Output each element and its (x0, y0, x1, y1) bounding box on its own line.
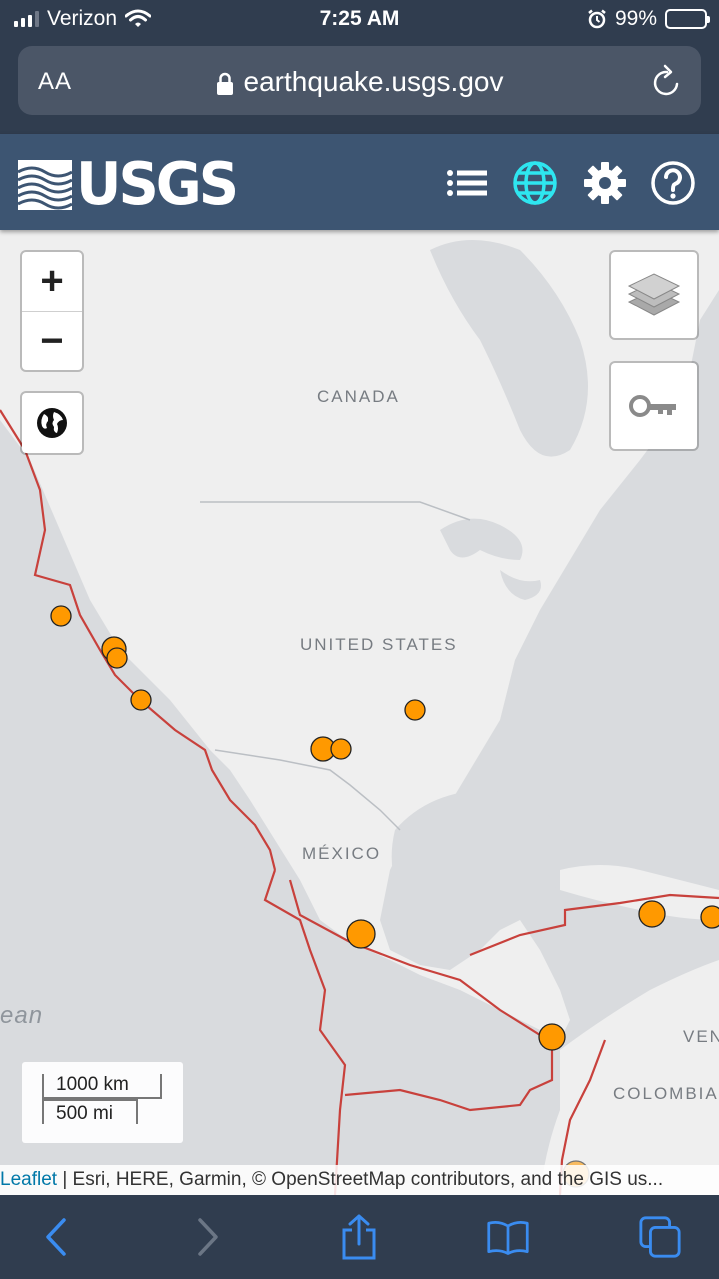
battery-charging-icon (665, 9, 710, 29)
share-icon (342, 1214, 376, 1260)
earthquake-marker[interactable] (538, 1023, 566, 1051)
forward-button[interactable] (186, 1215, 230, 1259)
globe-icon (37, 408, 67, 438)
usgs-wordmark: USGS (76, 150, 239, 219)
world-view-button[interactable] (20, 391, 84, 455)
map-view[interactable]: CANADA UNITED STATES MÉXICO COLOMBIA VEN… (0, 230, 719, 1195)
label-colombia: COLOMBIA (613, 1084, 719, 1103)
label-canada: CANADA (317, 387, 400, 406)
battery-percent: 99% (614, 7, 657, 30)
back-icon (46, 1218, 66, 1256)
earthquake-marker[interactable] (404, 699, 426, 721)
tabs-icon (639, 1216, 681, 1258)
usgs-header: USGS (0, 134, 719, 230)
list-icon[interactable] (442, 158, 492, 208)
back-button[interactable] (34, 1215, 78, 1259)
zoom-out-button[interactable]: − (22, 311, 82, 370)
earthquake-marker[interactable] (50, 605, 72, 627)
earthquake-marker[interactable] (106, 647, 128, 669)
tabs-button[interactable] (638, 1215, 682, 1259)
usgs-waves-logo (18, 159, 72, 210)
gulf-of-mexico (391, 790, 568, 931)
url-text: earthquake.usgs.gov (243, 66, 504, 97)
browser-chrome: AA earthquake.usgs.gov (0, 40, 719, 134)
bookmarks-icon (487, 1220, 529, 1255)
label-venezuela: VEN (683, 1027, 719, 1046)
alarm-icon (588, 9, 606, 29)
share-button[interactable] (337, 1214, 381, 1260)
zoom-in-button[interactable]: + (22, 252, 82, 311)
reload-icon[interactable] (651, 64, 683, 98)
url-display[interactable]: earthquake.usgs.gov (18, 66, 701, 98)
key-icon (629, 395, 676, 417)
zoom-control: + − (20, 250, 84, 372)
layers-icon (627, 273, 681, 316)
globe-icon[interactable] (510, 158, 560, 208)
status-bar: Verizon 7:25 AM 99% (0, 0, 719, 40)
lock-icon (216, 72, 233, 95)
earthquake-marker[interactable] (346, 919, 376, 949)
label-mexico: MÉXICO (302, 844, 382, 863)
status-right: 99% (587, 7, 710, 31)
leaflet-link[interactable]: Leaflet (0, 1169, 57, 1190)
forward-icon (198, 1218, 218, 1256)
label-united-states: UNITED STATES (300, 635, 458, 654)
legend-button[interactable] (609, 361, 699, 451)
bookmarks-button[interactable] (486, 1215, 530, 1259)
address-bar[interactable]: AA earthquake.usgs.gov (18, 46, 701, 115)
scale-bar: 1000 km 500 mi (22, 1062, 183, 1143)
earthquake-marker[interactable] (638, 900, 666, 928)
zoom-in-icon: + (40, 259, 64, 303)
layers-button[interactable] (609, 250, 699, 340)
help-icon[interactable] (648, 158, 698, 208)
plate-boundary-panama (344, 1040, 554, 1112)
browser-toolbar (0, 1195, 719, 1279)
scale-mi: 500 mi (42, 1099, 138, 1124)
label-ocean: ean (0, 1002, 44, 1029)
zoom-out-icon: − (40, 318, 64, 363)
map-attribution: Leaflet | Esri, HERE, Garmin, © OpenStre… (0, 1165, 719, 1195)
attribution-text: | Esri, HERE, Garmin, © OpenStreetMap co… (57, 1169, 664, 1190)
land-south-america (540, 960, 719, 1195)
earthquake-marker[interactable] (700, 905, 719, 929)
earthquake-marker[interactable] (330, 738, 352, 760)
gear-icon[interactable] (580, 158, 630, 208)
usgs-logo[interactable]: USGS (18, 150, 239, 219)
scale-km: 1000 km (42, 1074, 162, 1099)
earthquake-marker[interactable] (130, 689, 152, 711)
